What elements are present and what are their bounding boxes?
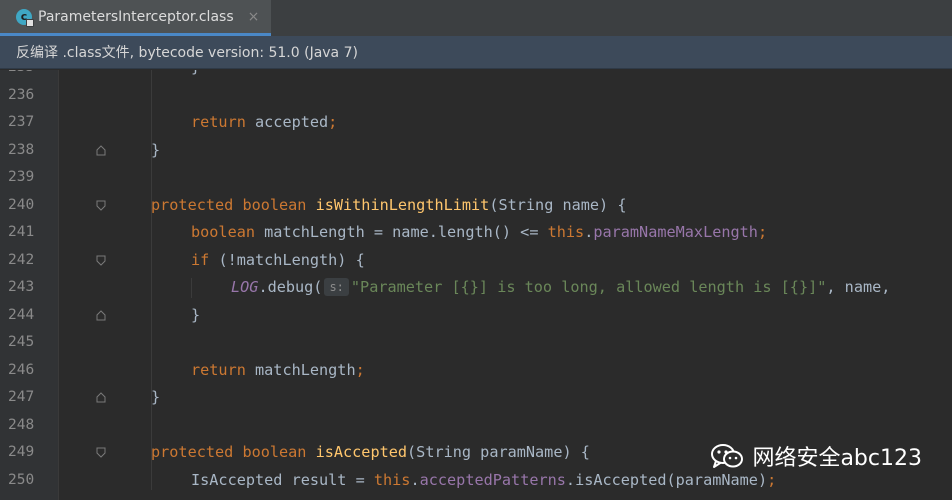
code-text: } [151,137,160,165]
watermark: 网络安全abc123 [710,440,922,472]
code-token: protected [151,195,243,214]
code-line: 241 boolean matchLength = name.length() <… [0,219,952,247]
line-number: 247 [8,389,35,405]
code-line: 240 protected boolean isWithinLengthLimit… [0,192,952,220]
indent-guide [151,70,152,490]
code-editor[interactable]: 235}236237return accepted;238}239240prot… [0,70,952,500]
code-token: boolean [191,223,265,241]
code-token: "Parameter [{}] is too long, allowed len… [350,278,827,296]
code-line: 243 LOG.debug(s: "Parameter [{}] is too lo… [0,274,952,302]
code-text: protected boolean isAccepted(String para… [151,439,590,467]
code-token: (String paramName) { [407,443,590,461]
code-token: } [151,388,161,406]
code-text: } [151,384,160,412]
tab-parameters-interceptor[interactable]: c ParametersInterceptor.class × [0,0,271,36]
fold-marker-icon[interactable] [96,447,106,458]
code-line: 246 return matchLength; [0,357,952,385]
code-token: (!matchLength) { [218,250,365,269]
indent-guide [191,278,192,298]
tab-title: ParametersInterceptor.class [38,8,234,25]
code-token: return [191,113,256,131]
decompiler-info-banner: 反编译 .class文件, bytecode version: 51.0 (Ja… [0,36,952,69]
code-token: boolean [242,443,316,461]
class-file-icon: c [16,8,34,27]
code-token: IsAccepted result = [191,470,374,489]
code-token: return [191,360,256,379]
code-token: } [151,140,161,159]
code-text: IsAccepted result = this.acceptedPattern… [191,467,776,495]
line-number: 242 [8,251,35,268]
line-number: 241 [8,224,35,240]
code-token: paramNameMaxLength [593,223,758,241]
line-number: 240 [8,196,35,213]
code-token: (String name) { [489,195,627,214]
code-token: } [191,305,201,324]
code-token: ; [757,223,768,241]
code-line: 238} [0,137,952,165]
code-token: protected [151,443,243,461]
code-text: } [191,302,200,330]
code-line: 247} [0,384,952,412]
code-token: boolean [242,195,316,214]
code-text: LOG.debug(s: "Parameter [{}] is too long,… [231,274,900,302]
code-token: isAccepted [315,443,408,461]
code-token: matchLength [255,360,356,379]
code-token: isWithinLengthLimit [315,195,490,214]
line-number: 245 [8,334,35,350]
code-line: 237 return accepted; [0,109,952,137]
fold-marker-icon[interactable] [96,392,106,403]
code-token: , name, [826,278,900,296]
watermark-text: 网络安全abc123 [752,446,922,471]
code-token: . [584,223,594,241]
fold-marker-icon[interactable] [96,309,106,321]
code-token: ; [767,470,777,489]
line-number: 238 [8,141,35,158]
close-icon[interactable]: × [248,9,260,25]
line-number: 248 [8,416,35,433]
line-number: 244 [8,306,35,323]
code-text: } [191,70,200,82]
fold-marker-icon[interactable] [96,144,106,156]
code-line: 239 [0,164,952,192]
decompiler-info-text: 反编译 .class文件, bytecode version: 51.0 (Ja… [16,45,358,61]
code-token: matchLength = name.length() <= [264,223,548,241]
line-number: 239 [8,169,35,185]
line-number: 243 [8,279,35,295]
code-token: this [373,470,411,489]
code-token: LOG [231,278,259,296]
code-token: if [191,250,219,269]
code-token: this [547,223,585,241]
code-text: protected boolean isWithinLengthLimit(St… [151,192,626,220]
code-text: return matchLength; [191,357,365,385]
code-token: } [191,70,200,76]
code-token: accepted [255,113,329,131]
line-number: 237 [8,114,35,130]
editor-tab-bar: c ParametersInterceptor.class × [0,0,952,37]
code-text: if (!matchLength) { [191,247,365,275]
code-line: 235} [0,70,952,82]
fold-marker-icon[interactable] [96,200,106,211]
code-text: return accepted; [191,109,337,137]
code-token: acceptedPatterns [419,470,566,489]
line-number: 235 [8,70,38,82]
line-number: 236 [8,86,35,103]
code-token: .debug( [258,278,323,296]
code-line: 244} [0,302,952,330]
fold-marker-icon[interactable] [96,255,106,266]
code-line: 242 if (!matchLength) { [0,247,952,275]
code-line: 248 [0,412,952,440]
line-number: 249 [8,444,35,460]
code-token: . [410,470,420,489]
code-token: ; [355,360,365,379]
wechat-icon [711,444,744,468]
indent-guide [151,70,152,131]
parameter-hint: s: [324,278,349,296]
code-token: ; [328,113,338,131]
code-line: 236 [0,82,952,110]
line-number: 246 [8,361,35,378]
code-text: boolean matchLength = name.length() <= t… [191,219,767,247]
line-number: 250 [8,471,35,488]
code-token: .isAccepted(paramName) [565,470,768,489]
code-line: 245 [0,329,952,357]
